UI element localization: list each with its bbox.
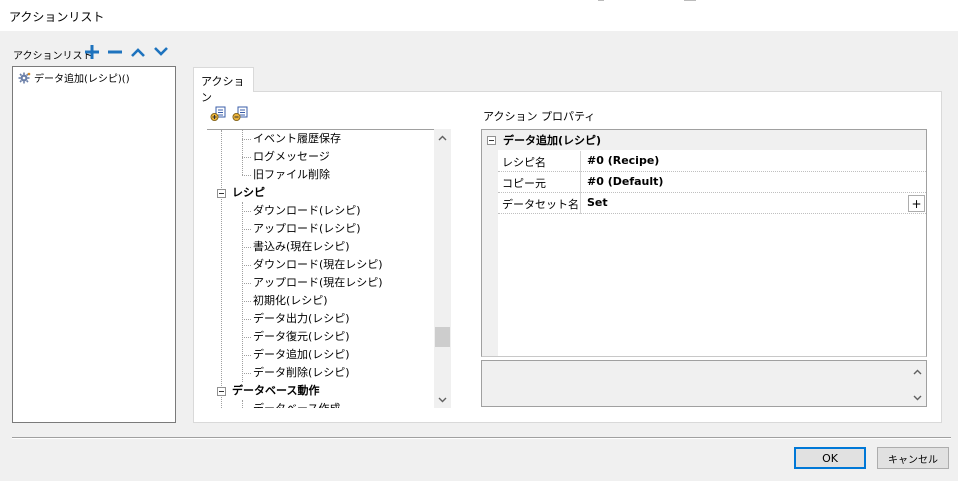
expand-all-icon[interactable] bbox=[210, 106, 226, 122]
tree-connector bbox=[242, 400, 243, 408]
tree-item[interactable]: 書込み(現在レシピ) bbox=[253, 238, 350, 256]
tree-item[interactable]: アップロード(現在レシピ) bbox=[253, 274, 383, 292]
tree-connector bbox=[242, 265, 251, 266]
tree-group-database[interactable]: データベース動作 bbox=[232, 382, 319, 400]
tree-item[interactable]: ダウンロード(現在レシピ) bbox=[253, 256, 383, 274]
scroll-down-arrow-icon[interactable] bbox=[909, 389, 926, 406]
tree-connector bbox=[242, 139, 251, 140]
property-description-panel bbox=[481, 360, 927, 407]
tree-item[interactable]: 初期化(レシピ) bbox=[253, 292, 328, 310]
tree-scrollbar[interactable] bbox=[434, 129, 451, 408]
property-row-dataset-name[interactable]: データセット名 Set + bbox=[498, 193, 926, 214]
collapse-all-icon[interactable] bbox=[232, 106, 248, 122]
tree-group-recipe[interactable]: レシピ bbox=[232, 184, 265, 202]
property-grid-margin bbox=[482, 150, 498, 356]
property-row-copy-source[interactable]: コピー元 #0 (Default) bbox=[498, 172, 926, 193]
tree-item[interactable]: イベント履歴保存 bbox=[253, 130, 341, 148]
tab-action[interactable]: アクション bbox=[193, 67, 254, 104]
properties-label: アクション プロパティ bbox=[483, 110, 596, 123]
scroll-up-arrow-icon[interactable] bbox=[434, 129, 451, 146]
action-list-item[interactable]: データ追加(レシピ)() bbox=[18, 70, 130, 85]
property-name: データセット名 bbox=[502, 198, 579, 211]
cancel-button[interactable]: キャンセル bbox=[877, 447, 949, 469]
chevron-up-icon bbox=[131, 48, 145, 57]
tree-connector bbox=[242, 373, 251, 374]
tree-item-selected[interactable]: データ追加(レシピ) bbox=[253, 346, 350, 364]
title-bar: アクションリスト bbox=[0, 0, 958, 31]
property-value[interactable]: #0 (Default) bbox=[587, 175, 663, 188]
tree-item[interactable]: データ復元(レシピ) bbox=[253, 328, 350, 346]
tree-connector bbox=[242, 301, 251, 302]
chevron-down-icon bbox=[154, 47, 168, 56]
property-name: レシピ名 bbox=[502, 156, 546, 169]
tree-item[interactable]: データ出力(レシピ) bbox=[253, 310, 350, 328]
tree-item[interactable]: アップロード(レシピ) bbox=[253, 220, 361, 238]
property-value[interactable]: Set bbox=[587, 196, 608, 209]
tree-connector bbox=[242, 355, 251, 356]
tree-connector bbox=[242, 283, 251, 284]
property-name: コピー元 bbox=[502, 177, 546, 190]
tree-connector bbox=[242, 319, 251, 320]
gear-icon bbox=[18, 72, 31, 83]
action-list-label: アクションリスト bbox=[13, 51, 93, 62]
tree-item[interactable]: データ削除(レシピ) bbox=[253, 364, 350, 382]
property-divider bbox=[580, 151, 581, 172]
tree-item[interactable]: ダウンロード(レシピ) bbox=[253, 202, 361, 220]
collapse-toggle-recipe[interactable] bbox=[217, 189, 226, 198]
property-grid[interactable]: データ追加(レシピ) レシピ名 #0 (Recipe) コピー元 #0 (Def… bbox=[481, 129, 927, 357]
add-action-button[interactable] bbox=[83, 43, 101, 61]
ok-button[interactable]: OK bbox=[794, 447, 866, 469]
description-scrollbar[interactable] bbox=[909, 361, 926, 406]
title-bar-edge-mark bbox=[598, 0, 604, 1]
tree-connector bbox=[242, 175, 251, 176]
property-row-recipe-name[interactable]: レシピ名 #0 (Recipe) bbox=[498, 151, 926, 172]
remove-action-button[interactable] bbox=[106, 43, 124, 61]
tree-connector bbox=[242, 130, 243, 175]
tree-item[interactable]: ログメッセージ bbox=[253, 148, 330, 166]
tree-connector bbox=[242, 229, 251, 230]
move-up-button[interactable] bbox=[129, 43, 147, 61]
property-divider bbox=[580, 172, 581, 193]
tree-connector bbox=[242, 247, 251, 248]
plus-icon bbox=[85, 45, 99, 59]
property-divider bbox=[580, 193, 581, 214]
tree-item[interactable]: 旧ファイル削除 bbox=[253, 166, 330, 184]
category-name: データ追加(レシピ) bbox=[503, 134, 602, 147]
tree-item[interactable]: データベース作成 bbox=[253, 400, 340, 408]
move-down-button[interactable] bbox=[152, 43, 170, 61]
property-value[interactable]: #0 (Recipe) bbox=[587, 154, 659, 167]
tree-connector bbox=[242, 211, 251, 212]
window-title: アクションリスト bbox=[9, 10, 105, 24]
action-tree[interactable]: イベント履歴保存 ログメッセージ 旧ファイル削除 レシピ ダウンロード(レシピ)… bbox=[207, 129, 451, 408]
scrollbar-thumb[interactable] bbox=[435, 327, 450, 347]
scroll-up-arrow-icon[interactable] bbox=[909, 363, 926, 380]
action-list-panel[interactable]: データ追加(レシピ)() bbox=[12, 66, 176, 423]
category-collapse-toggle[interactable] bbox=[487, 135, 496, 145]
tree-connector bbox=[221, 130, 222, 408]
tree-toolbar bbox=[210, 106, 248, 122]
action-list-item-label: データ追加(レシピ)() bbox=[34, 74, 130, 85]
dialog-separator-highlight bbox=[12, 438, 951, 439]
title-bar-edge-mark bbox=[684, 0, 696, 1]
scroll-down-arrow-icon[interactable] bbox=[434, 391, 451, 408]
expand-property-button[interactable]: + bbox=[908, 195, 925, 212]
collapse-toggle-database[interactable] bbox=[217, 387, 226, 396]
property-category: データ追加(レシピ) bbox=[482, 130, 926, 150]
tree-connector bbox=[242, 337, 251, 338]
minus-icon bbox=[108, 50, 122, 54]
tree-connector bbox=[242, 157, 251, 158]
